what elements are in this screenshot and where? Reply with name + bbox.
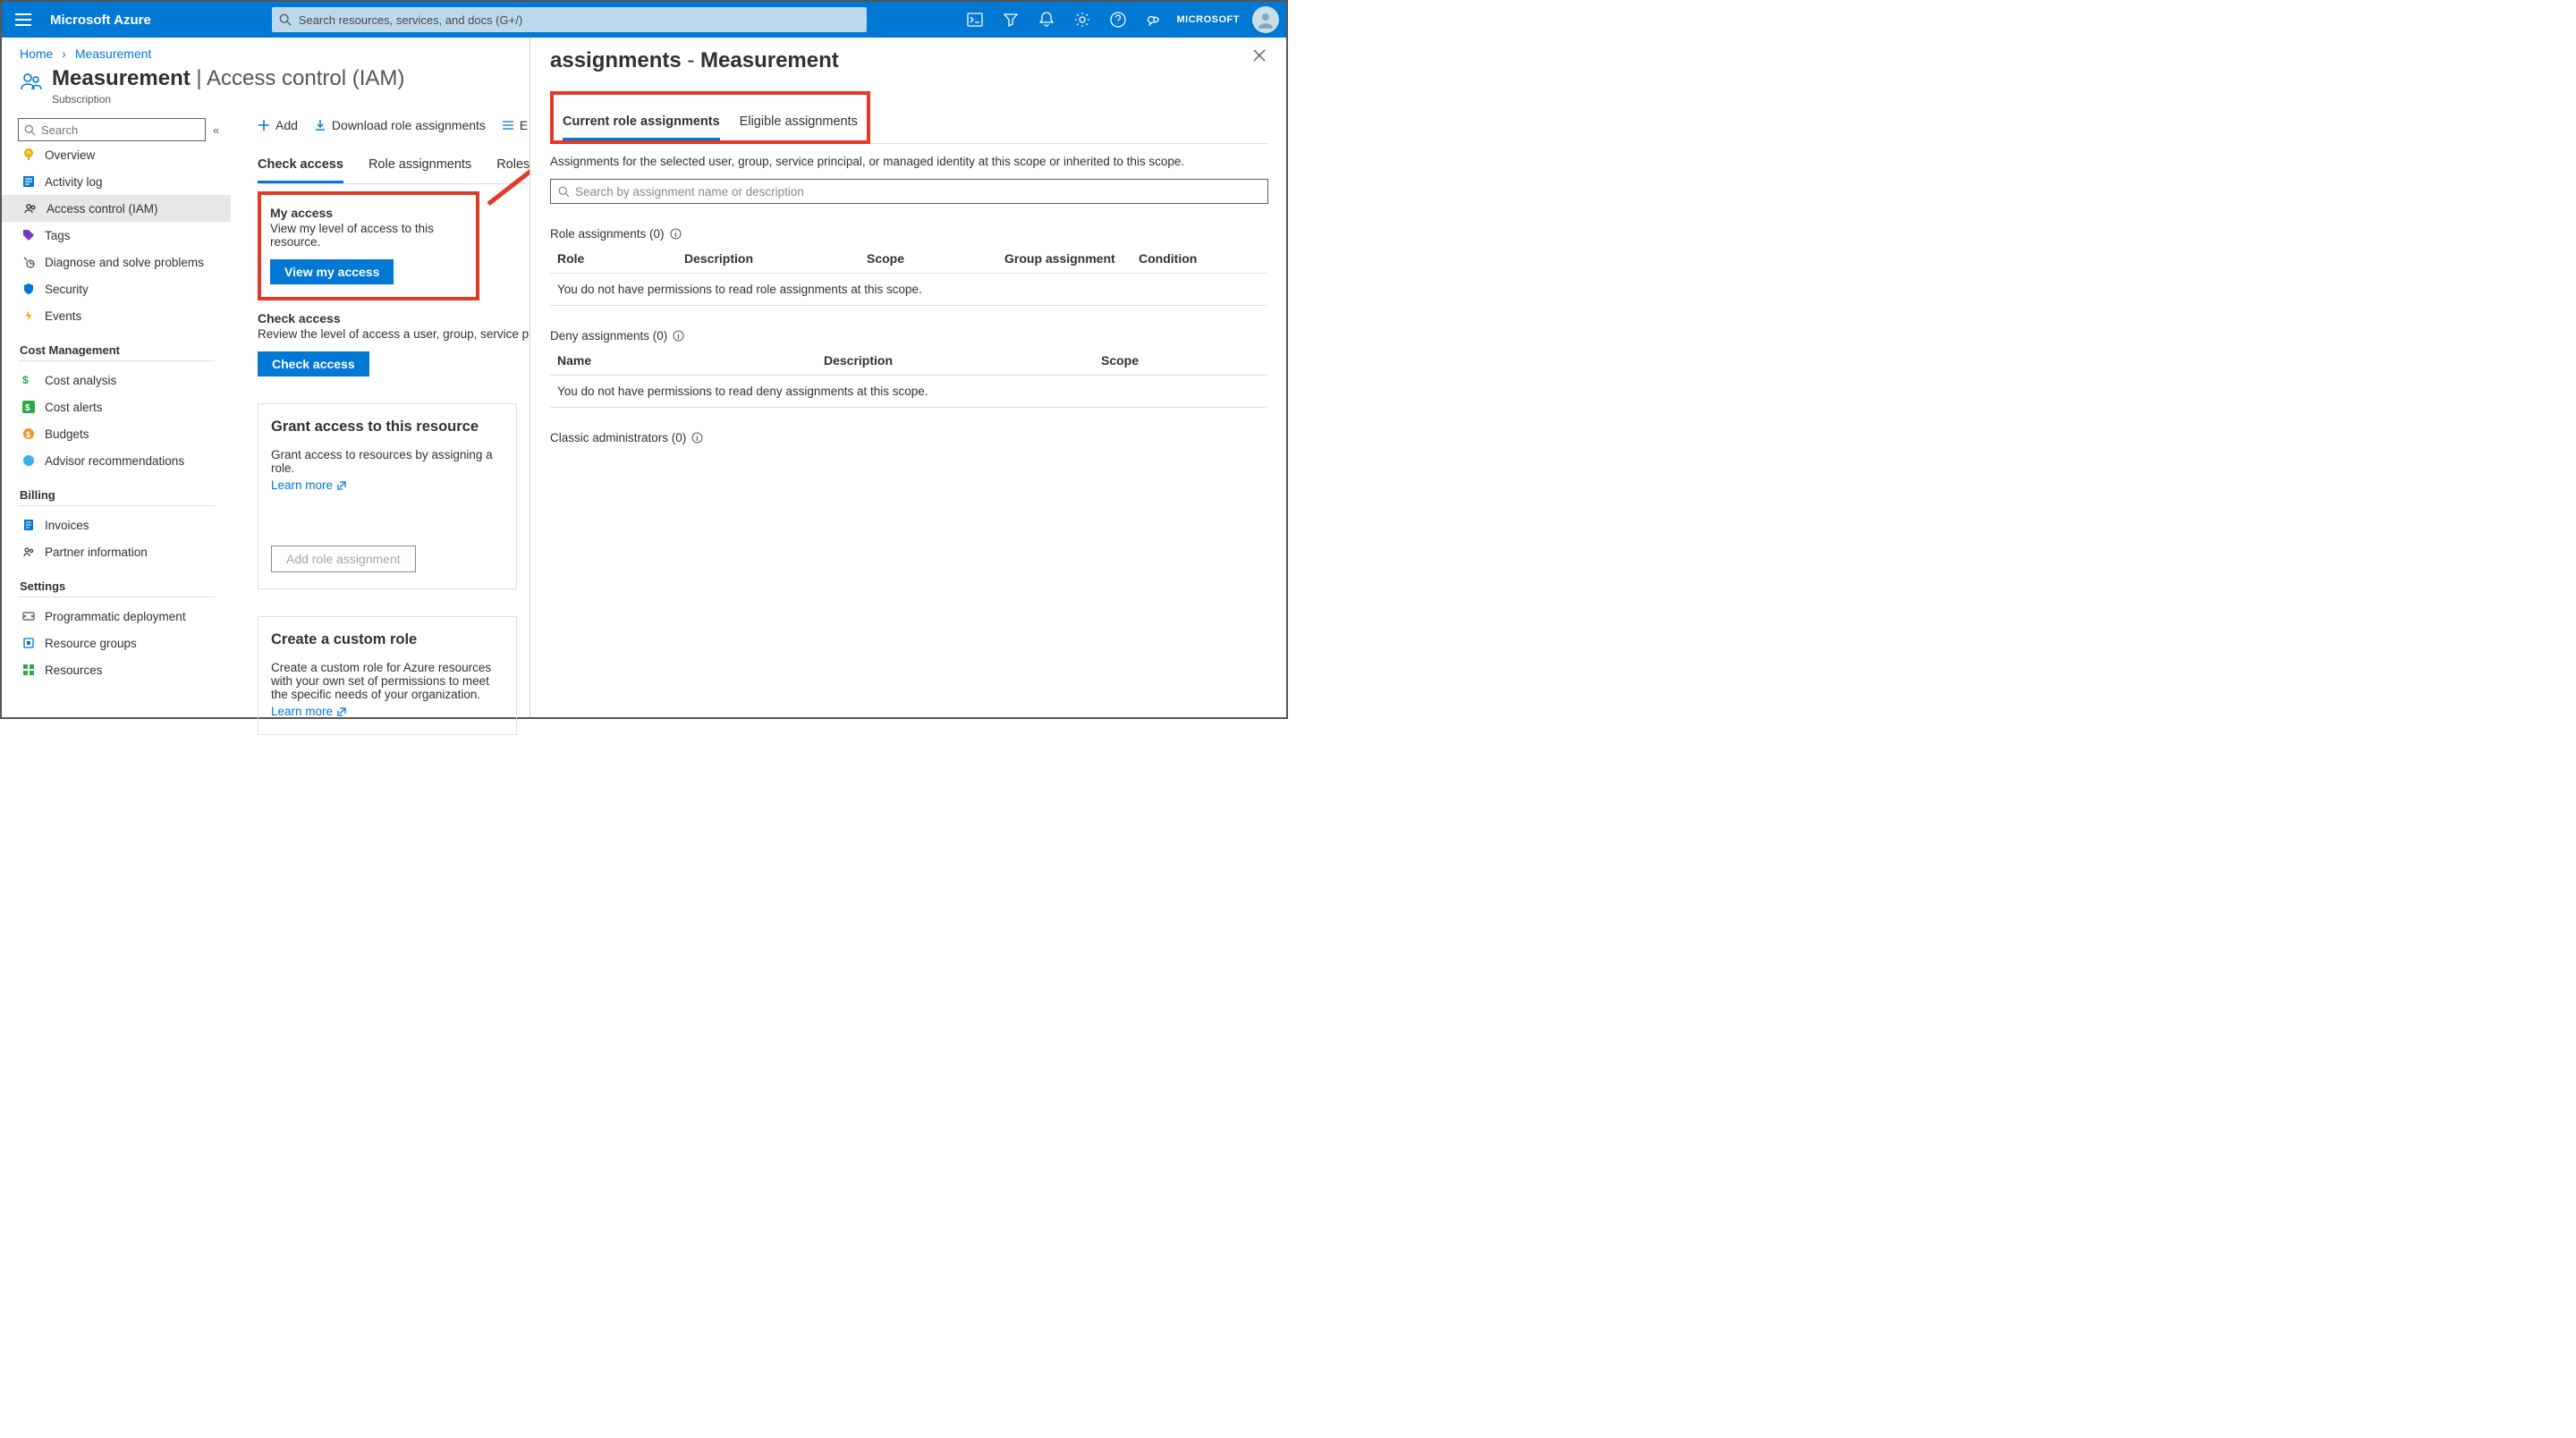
role-assignments-section: Role assignments (0) [550, 227, 1267, 241]
feedback-icon[interactable] [1136, 2, 1172, 38]
classic-admins-section: Classic administrators (0) [550, 431, 1267, 444]
svg-text:$: $ [26, 430, 30, 439]
assignments-pane: assignments - Measurement Current role a… [530, 38, 1286, 717]
info-icon[interactable] [691, 432, 703, 444]
deny-empty-message: You do not have permissions to read deny… [550, 376, 1267, 408]
navitem-activity-log[interactable]: Activity log [18, 168, 231, 195]
svg-text:$: $ [25, 403, 30, 413]
close-icon[interactable] [1252, 48, 1267, 63]
navitem-overview[interactable]: Overview [18, 141, 231, 168]
search-icon [279, 13, 292, 26]
navitem-invoices[interactable]: Invoices [18, 512, 231, 538]
global-search[interactable] [272, 7, 867, 32]
nav-search[interactable] [18, 118, 206, 141]
pane-tabs-highlight: Current role assignments Eligible assign… [550, 91, 870, 144]
navitem-diagnose[interactable]: Diagnose and solve problems [18, 249, 231, 275]
nav-group-cost: Cost Management [20, 343, 231, 357]
svg-text:$: $ [22, 374, 29, 386]
toolbar-add-button[interactable]: Add [258, 118, 298, 132]
grant-card-title: Grant access to this resource [271, 419, 504, 436]
my-access-title: My access [270, 206, 467, 220]
nav-search-input[interactable] [41, 123, 199, 137]
left-nav: « Overview Activity log Access control (… [2, 111, 231, 712]
navitem-resources[interactable]: Resources [18, 656, 231, 683]
navitem-tags[interactable]: Tags [18, 222, 231, 249]
tab-check-access[interactable]: Check access [258, 157, 343, 183]
info-icon[interactable] [670, 228, 682, 240]
nav-group-settings: Settings [20, 579, 231, 593]
info-icon[interactable] [673, 330, 684, 342]
tenant-label: MICROSOFT [1172, 14, 1246, 25]
user-avatar[interactable] [1252, 6, 1279, 33]
navitem-cost-analysis[interactable]: $Cost analysis [18, 367, 231, 393]
view-my-access-button[interactable]: View my access [270, 259, 394, 284]
breadcrumb-sep: › [56, 47, 72, 61]
search-icon [558, 186, 570, 198]
navitem-cost-alerts[interactable]: $Cost alerts [18, 393, 231, 420]
role-empty-message: You do not have permissions to read role… [550, 274, 1267, 306]
pane-search[interactable] [550, 179, 1268, 204]
external-link-icon [336, 706, 347, 717]
grant-card-desc: Grant access to resources by assigning a… [271, 448, 504, 475]
notifications-icon[interactable] [1029, 2, 1064, 38]
brand-label: Microsoft Azure [45, 13, 151, 28]
custom-card-title: Create a custom role [271, 631, 504, 648]
navitem-budgets[interactable]: $Budgets [18, 420, 231, 447]
custom-card-desc: Create a custom role for Azure resources… [271, 661, 504, 701]
help-icon[interactable] [1100, 2, 1136, 38]
my-access-desc: View my level of access to this resource… [270, 222, 467, 249]
custom-learn-more-link[interactable]: Learn more [271, 705, 347, 718]
check-access-button[interactable]: Check access [258, 351, 369, 376]
deny-assignments-section: Deny assignments (0) [550, 329, 1267, 343]
grant-access-card: Grant access to this resource Grant acce… [258, 403, 517, 589]
navitem-advisor[interactable]: Advisor recommendations [18, 447, 231, 474]
external-link-icon [336, 480, 347, 491]
navitem-security[interactable]: Security [18, 275, 231, 302]
navitem-programmatic[interactable]: Programmatic deployment [18, 603, 231, 630]
my-access-section-highlight: My access View my level of access to thi… [258, 191, 479, 300]
pane-search-input[interactable] [575, 185, 1260, 199]
people-icon [20, 70, 43, 93]
navitem-partner-info[interactable]: Partner information [18, 538, 231, 565]
pane-description: Assignments for the selected user, group… [550, 155, 1267, 168]
tab-eligible-assignments[interactable]: Eligible assignments [740, 114, 858, 140]
nav-group-billing: Billing [20, 488, 231, 502]
breadcrumb-home[interactable]: Home [20, 47, 53, 61]
page-title: Measurement | Access control (IAM) [52, 66, 404, 91]
navitem-events[interactable]: Events [18, 302, 231, 329]
tab-current-role-assignments[interactable]: Current role assignments [563, 114, 720, 140]
breadcrumb-current[interactable]: Measurement [75, 47, 152, 61]
global-search-input[interactable] [299, 13, 860, 27]
settings-gear-icon[interactable] [1064, 2, 1100, 38]
rightpane-title: assignments - Measurement [550, 48, 839, 73]
tab-roles[interactable]: Roles [496, 157, 530, 183]
cloud-shell-icon[interactable] [957, 2, 993, 38]
toolbar-download-button[interactable]: Download role assignments [314, 118, 486, 132]
navitem-access-control[interactable]: Access control (IAM) [2, 195, 231, 222]
collapse-nav-icon[interactable]: « [213, 123, 219, 137]
toolbar-edit-columns-button[interactable]: E [502, 118, 528, 132]
deny-table-header: Name Description Scope [550, 346, 1267, 376]
search-icon [24, 124, 36, 136]
menu-hamburger-icon[interactable] [2, 13, 45, 26]
custom-role-card: Create a custom role Create a custom rol… [258, 616, 517, 735]
resource-type-label: Subscription [52, 93, 404, 106]
add-role-assignment-button[interactable]: Add role assignment [271, 546, 416, 572]
role-table-header: Role Description Scope Group assignment … [550, 244, 1267, 274]
grant-learn-more-link[interactable]: Learn more [271, 478, 347, 492]
tab-role-assignments[interactable]: Role assignments [369, 157, 471, 183]
navitem-resource-groups[interactable]: Resource groups [18, 630, 231, 656]
directory-filter-icon[interactable] [993, 2, 1029, 38]
